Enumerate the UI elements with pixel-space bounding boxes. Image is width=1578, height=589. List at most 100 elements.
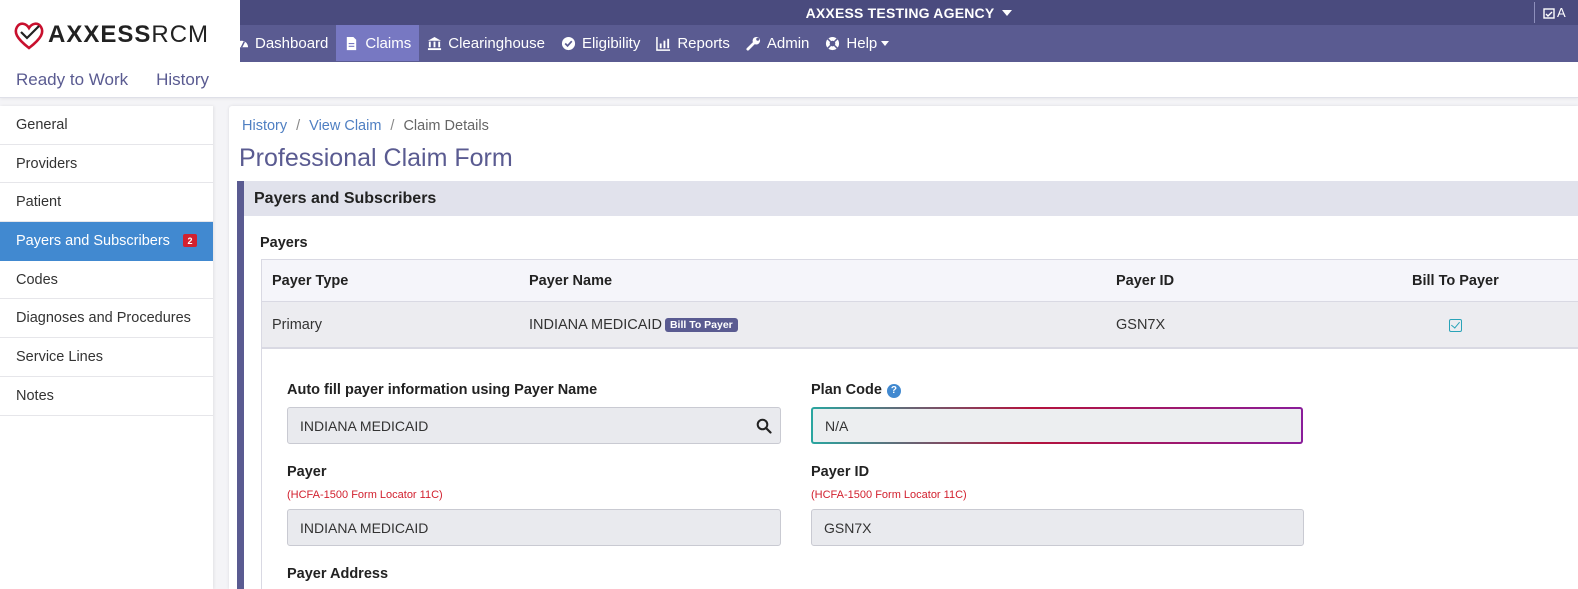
logo[interactable]: AXXESSRCM	[12, 18, 209, 52]
bar-chart-icon	[656, 36, 671, 51]
payer-label: Payer	[287, 464, 327, 480]
header-payer-type: Payer Type	[272, 272, 349, 289]
sidebar-item-label: Notes	[16, 387, 54, 404]
agency-name: AXXESS TESTING AGENCY	[805, 4, 995, 21]
payer-id-form-locator-note: (HCFA-1500 Form Locator 11C)	[811, 489, 967, 501]
payers-label: Payers	[260, 235, 308, 251]
nav-label: Eligibility	[581, 34, 641, 52]
header-bill-to-payer: Bill To Payer	[1412, 272, 1499, 289]
nav-label: Admin	[766, 34, 810, 52]
payer-address-label: Payer Address	[287, 566, 389, 582]
calendar-check-icon	[1543, 7, 1555, 19]
wrench-icon	[746, 36, 760, 51]
payer-id-value: GSN7X	[824, 519, 872, 536]
autofill-label: Auto fill payer information using Payer …	[287, 382, 598, 398]
payers-section: Payers and Subscribers Payers Payer Type…	[237, 181, 1578, 589]
plan-code-value: N/A	[825, 417, 849, 434]
sidebar-item-service-lines[interactable]: Service Lines	[0, 338, 213, 377]
nav-label: Claims	[365, 34, 412, 52]
lifebuoy-icon	[826, 36, 840, 50]
payer-detail-form: Auto fill payer information using Payer …	[261, 349, 1578, 589]
sub-nav: Ready to Work History	[0, 62, 1578, 98]
user-menu-label: A	[1557, 5, 1566, 20]
help-icon[interactable]: ?	[886, 383, 901, 398]
nav-claims[interactable]: Claims	[336, 25, 420, 61]
payers-table: Payer Type Payer Name Payer ID Bill To P…	[261, 259, 1578, 349]
check-circle-icon	[561, 36, 576, 50]
header-payer-id: Payer ID	[1116, 272, 1175, 289]
sidebar-item-providers[interactable]: Providers	[0, 145, 213, 184]
cell-payer-type: Primary	[272, 316, 322, 333]
nav-label: Help	[846, 34, 878, 52]
sidebar-item-payers-and-subscribers[interactable]: Payers and Subscribers 2	[0, 222, 213, 261]
caret-down-icon	[1002, 9, 1013, 16]
breadcrumb: History / View Claim / Claim Details	[242, 118, 489, 134]
search-icon[interactable]	[756, 418, 772, 434]
sidebar-item-label: Service Lines	[16, 348, 104, 365]
plan-code-input[interactable]: N/A	[811, 407, 1303, 444]
payer-value: INDIANA MEDICAID	[300, 519, 429, 536]
nav-clearinghouse[interactable]: Clearinghouse	[419, 25, 553, 61]
subnav-ready-to-work[interactable]: Ready to Work	[16, 70, 128, 90]
table-row[interactable]: Primary INDIANA MEDICAID Bill To Payer GS…	[262, 302, 1578, 348]
payer-name-text: INDIANA MEDICAID	[529, 316, 662, 333]
sidebar: General Providers Patient Payers and Sub…	[0, 106, 213, 589]
error-count-badge: 2	[183, 234, 197, 248]
sidebar-item-label: Patient	[16, 194, 62, 211]
autofill-payer-input[interactable]: INDIANA MEDICAID	[287, 407, 781, 444]
nav-label: Reports	[677, 34, 730, 52]
agency-bar: AXXESS TESTING AGENCY	[240, 0, 1578, 25]
section-header: Payers and Subscribers	[244, 181, 1578, 216]
breadcrumb-separator: /	[296, 118, 301, 134]
top-bar: AXXESSRCM AXXESS TESTING AGENCY A Dashbo…	[0, 0, 1578, 62]
sidebar-item-label: Payers and Subscribers	[16, 232, 170, 249]
sidebar-item-label: Providers	[16, 155, 78, 172]
nav-label: Clearinghouse	[448, 34, 545, 52]
sidebar-item-label: Codes	[16, 271, 58, 288]
document-icon	[347, 36, 357, 50]
cell-payer-id: GSN7X	[1116, 316, 1166, 333]
logo-area: AXXESSRCM	[0, 0, 240, 62]
sidebar-item-notes[interactable]: Notes	[0, 377, 213, 416]
autofill-payer-value: INDIANA MEDICAID	[300, 417, 429, 434]
sidebar-item-label: Diagnoses and Procedures	[16, 310, 191, 327]
header-payer-name: Payer Name	[529, 272, 613, 289]
breadcrumb-separator: /	[390, 118, 395, 134]
dashboard-icon	[234, 40, 249, 48]
page-title: Professional Claim Form	[239, 144, 513, 172]
main-content: History / View Claim / Claim Details Pro…	[229, 106, 1578, 589]
sidebar-item-patient[interactable]: Patient	[0, 183, 213, 223]
plan-code-label-text: Plan Code	[811, 382, 882, 398]
bill-to-payer-badge: Bill To Payer	[664, 317, 738, 332]
payer-id-label: Payer ID	[811, 464, 870, 480]
bank-icon	[428, 36, 442, 50]
nav-reports[interactable]: Reports	[648, 25, 738, 61]
section-body: Payers Payer Type Payer Name Payer ID Bi…	[244, 216, 1578, 589]
agency-selector[interactable]: AXXESS TESTING AGENCY	[806, 5, 1013, 21]
plan-code-label: Plan Code?	[811, 382, 901, 398]
caret-down-icon	[881, 40, 890, 46]
heart-logo-icon	[14, 22, 44, 50]
nav-help[interactable]: Help	[817, 25, 897, 61]
nav-label: Dashboard	[255, 34, 329, 52]
logo-wordmark: AXXESSRCM	[48, 21, 210, 48]
sidebar-item-diagnoses-and-procedures[interactable]: Diagnoses and Procedures	[0, 299, 213, 339]
payer-input[interactable]: INDIANA MEDICAID	[287, 509, 781, 546]
sidebar-item-label: General	[16, 116, 68, 133]
main-nav: Dashboard Claims Clearinghouse Eligibili…	[226, 25, 897, 61]
nav-eligibility[interactable]: Eligibility	[553, 25, 648, 61]
user-menu-stub[interactable]: A	[1534, 2, 1578, 23]
table-header: Payer Type Payer Name Payer ID Bill To P…	[262, 260, 1578, 302]
payer-id-input[interactable]: GSN7X	[811, 509, 1304, 546]
bill-to-payer-checkbox-icon[interactable]	[1449, 319, 1462, 332]
breadcrumb-current: Claim Details	[403, 118, 489, 134]
nav-admin[interactable]: Admin	[738, 25, 818, 61]
subnav-history[interactable]: History	[156, 70, 209, 90]
sidebar-item-general[interactable]: General	[0, 106, 213, 145]
breadcrumb-view-claim[interactable]: View Claim	[309, 118, 381, 134]
nav-dashboard[interactable]: Dashboard	[226, 25, 336, 61]
sidebar-item-codes[interactable]: Codes	[0, 261, 213, 300]
cell-payer-name: INDIANA MEDICAID Bill To Payer	[529, 317, 738, 333]
breadcrumb-history[interactable]: History	[242, 118, 287, 134]
payer-form-locator-note: (HCFA-1500 Form Locator 11C)	[287, 489, 443, 501]
